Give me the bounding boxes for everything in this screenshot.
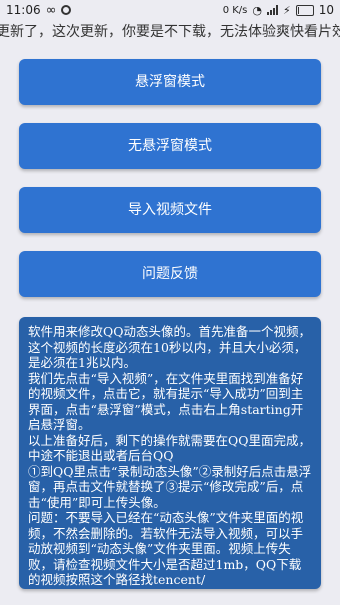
instructions-panel: 软件用来修改QQ动态头像的。首先准备一个视频，这个视频的长度必须在10秒以内，并…: [19, 317, 321, 589]
no-floating-mode-button[interactable]: 无悬浮窗模式: [19, 123, 321, 169]
instructions-paragraph: 问题：不要导入已经在“动态头像”文件夹里面的视频，不然会删除的。若软件无法导入视…: [28, 510, 304, 587]
update-marquee: 更新了，这次更新，你要是不下载，无法体验爽快看片效果: [0, 20, 340, 44]
marquee-text: 更新了，这次更新，你要是不下载，无法体验爽快看片效果: [0, 24, 340, 40]
battery-level: 10: [318, 3, 334, 17]
feedback-button[interactable]: 问题反馈: [19, 251, 321, 297]
instructions-paragraph: 软件用来修改QQ动态头像的。首先准备一个视频，这个视频的长度必须在10秒以内，并…: [28, 324, 311, 370]
instructions-paragraph: 我们先点击“导入视频”，在文件夹里面找到准备好的视频文件，点击它，就有提示“导入…: [28, 370, 304, 433]
floating-mode-button[interactable]: 悬浮窗模式: [19, 59, 321, 105]
status-bar-left: 11:06 ∞: [6, 2, 72, 18]
instructions-text[interactable]: 软件用来修改QQ动态头像的。首先准备一个视频，这个视频的长度必须在10秒以内，并…: [19, 317, 321, 589]
network-speed: 0 K/s: [222, 4, 248, 16]
battery-icon: [295, 4, 314, 16]
wifi-icon: ◔: [252, 3, 262, 17]
status-bar: 11:06 ∞ 0 K/s ◔ ⚡ 10: [0, 0, 340, 20]
app-notification-icon: [61, 5, 72, 15]
instructions-paragraph: 以上准备好后，剩下的操作就需要在QQ里面完成，中途不能退出或者后台QQ: [28, 432, 311, 464]
signal-icon: [266, 5, 278, 15]
infinity-icon: ∞: [45, 2, 57, 18]
instructions-paragraph: ①到QQ里点击“录制动态头像”②录制好后点击悬浮窗，再点击文件就替换了③提示“修…: [28, 463, 312, 510]
clock: 11:06: [6, 3, 41, 17]
import-video-button[interactable]: 导入视频文件: [19, 187, 321, 233]
charging-bolt-icon: ⚡: [282, 3, 291, 17]
status-bar-right: 0 K/s ◔ ⚡ 10: [223, 3, 334, 17]
